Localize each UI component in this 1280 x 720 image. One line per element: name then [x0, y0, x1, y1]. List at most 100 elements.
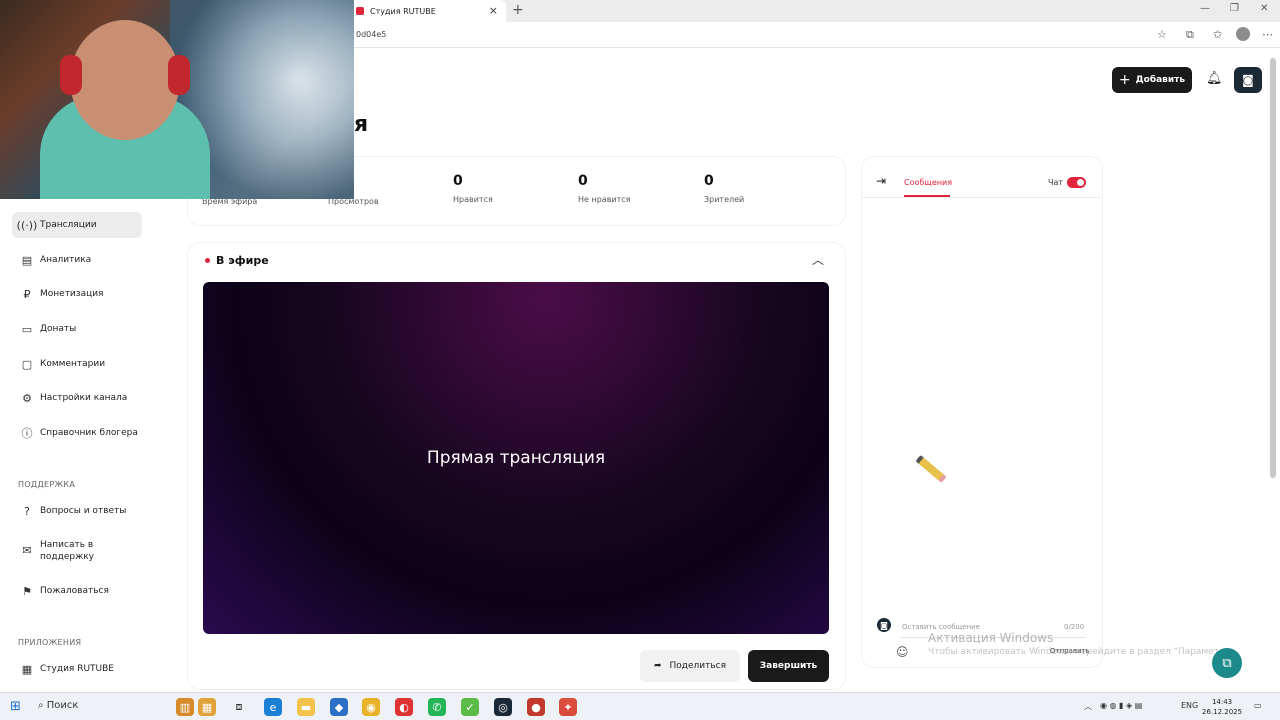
sidebar-item-studio-app[interactable]: ▦ Студия RUTUBE: [12, 656, 142, 682]
sidebar-item-contact-support[interactable]: ✉ Написать в поддержку: [12, 536, 142, 566]
sidebar-item-faq[interactable]: ? Вопросы и ответы: [12, 498, 142, 524]
tray-expand-icon[interactable]: ︿: [1084, 701, 1092, 712]
whatsapp-icon[interactable]: ✆: [428, 698, 446, 716]
star-icon[interactable]: ☆: [1157, 28, 1167, 41]
sidebar-item-label: Настройки канала: [40, 393, 128, 403]
app-dark-icon[interactable]: ●: [527, 698, 545, 716]
live-heading: В эфире: [205, 254, 269, 267]
page-scrollbar[interactable]: [1270, 58, 1276, 478]
sidebar-item-label: Вопросы и ответы: [40, 506, 127, 516]
comment-icon: ▢: [21, 357, 33, 371]
app-game-icon[interactable]: ✦: [559, 698, 577, 716]
app-green-icon[interactable]: ✓: [461, 698, 479, 716]
share-button-label: Поделиться: [669, 661, 727, 671]
live-dot-icon: [205, 258, 210, 263]
task-view-icon[interactable]: ⧈: [230, 698, 248, 716]
windows-start-icon[interactable]: ⊞: [10, 699, 21, 714]
stat-value: 0: [453, 173, 463, 189]
app-red-icon[interactable]: ◐: [395, 698, 413, 716]
chat-avatar: ◙: [877, 618, 891, 632]
sidebar-item-label: Монетизация: [40, 289, 104, 299]
char-counter: 0/200: [1064, 623, 1085, 631]
flag-icon: ⚑: [22, 584, 32, 598]
sidebar-item-label: Студия RUTUBE: [40, 664, 114, 674]
extensions-icon[interactable]: ⧉: [1186, 28, 1194, 42]
broadcast-icon: ((·)): [16, 218, 38, 232]
sidebar-item-comments[interactable]: ▢ Комментарии: [12, 351, 142, 377]
browser-tab-title: Студия RUTUBE: [370, 6, 436, 16]
apps-heading: ПРИЛОЖЕНИЯ: [18, 638, 82, 647]
url-text[interactable]: 0d04e5: [356, 30, 386, 39]
chevron-up-icon[interactable]: ︿: [812, 251, 824, 268]
taskbar-clock[interactable]: 14:43 26.12.2025: [1202, 697, 1242, 717]
notifications-icon[interactable]: ▭: [1254, 701, 1262, 710]
sidebar-item-broadcasts[interactable]: ((·)) Трансляции: [12, 212, 142, 238]
add-button[interactable]: + Добавить: [1112, 67, 1192, 93]
chat-toggle[interactable]: [1067, 177, 1086, 188]
tray-icons[interactable]: ◉ ◍ ▮ ◈ ▤: [1100, 701, 1142, 710]
sidebar-item-label: Пожаловаться: [40, 586, 109, 596]
sidebar-item-label: Написать в поддержку: [40, 540, 94, 562]
chat-divider: [862, 197, 1102, 198]
headphones-right: [168, 55, 190, 95]
headphones-left: [60, 55, 82, 95]
studio-icon: ▦: [21, 662, 33, 676]
close-window-icon[interactable]: ✕: [1260, 3, 1268, 14]
favorites-icon[interactable]: ✩: [1213, 28, 1222, 41]
chat-toggle-label: Чат: [1048, 178, 1064, 187]
restore-icon[interactable]: ❐: [1230, 3, 1239, 14]
sidebar-item-report[interactable]: ⚑ Пожаловаться: [12, 578, 142, 604]
new-tab-icon[interactable]: +: [512, 2, 524, 18]
explorer-icon[interactable]: ▬: [297, 698, 315, 716]
chrome-icon[interactable]: ◉: [362, 698, 380, 716]
edge-icon[interactable]: e: [264, 698, 282, 716]
floating-window-icon[interactable]: ⧉: [1212, 648, 1242, 678]
stat-value: 0: [704, 173, 714, 189]
player-label: Прямая трансляция: [426, 448, 606, 468]
collapse-panel-icon[interactable]: ⇥: [876, 174, 886, 188]
chat-message-input[interactable]: Оставить сообщение: [902, 623, 980, 631]
store-icon[interactable]: ▦: [198, 698, 216, 716]
widgets-icon[interactable]: ▥: [176, 698, 194, 716]
taskbar-search[interactable]: ⌕ Поиск: [38, 700, 78, 711]
gear-icon: ⚙: [22, 391, 32, 405]
sidebar-item-donations[interactable]: ▭ Донаты: [12, 316, 142, 342]
emoji-icon[interactable]: ☺: [896, 645, 909, 659]
share-button[interactable]: ➦ Поделиться: [640, 650, 740, 682]
chat-panel: ⇥ Сообщения Чат ◙ Оставить сообщение 0/2…: [862, 157, 1102, 667]
webcam-person-head: [70, 20, 180, 140]
avatar[interactable]: ◙: [1234, 67, 1262, 93]
more-icon[interactable]: ⋯: [1262, 28, 1273, 41]
video-player[interactable]: Прямая трансляция: [203, 282, 829, 634]
stat-value: 0: [578, 173, 588, 189]
bell-icon[interactable]: 🔔︎: [1206, 71, 1223, 86]
support-heading: ПОДДЕРЖКА: [18, 480, 76, 489]
toggle-knob: [1077, 179, 1084, 186]
stat-label: Зрителей: [704, 195, 745, 204]
sidebar-item-analytics[interactable]: ▤ Аналитика: [12, 247, 142, 273]
stat-label: Нравится: [453, 195, 493, 204]
live-heading-label: В эфире: [216, 254, 269, 267]
sidebar-item-blogger-guide[interactable]: ⓘ Справочник блогера: [12, 420, 142, 446]
box-icon: ▭: [21, 322, 33, 336]
stat-viewers: 0 Зрителей: [704, 173, 744, 204]
browser-tab[interactable]: Студия RUTUBE ×: [350, 0, 506, 22]
profile-icon[interactable]: [1236, 27, 1250, 41]
ruble-icon: ₽: [23, 287, 31, 301]
steam-icon[interactable]: ◎: [494, 698, 512, 716]
minimize-icon[interactable]: —: [1200, 3, 1210, 14]
sidebar-item-monetization[interactable]: ₽ Монетизация: [12, 281, 142, 307]
stat-dislikes: 0 Не нравится: [578, 173, 630, 204]
tab-messages[interactable]: Сообщения: [904, 178, 952, 187]
end-stream-button[interactable]: Завершить: [748, 650, 829, 682]
taskbar-search-label: Поиск: [46, 700, 79, 711]
sidebar-item-channel-settings[interactable]: ⚙ Настройки канала: [12, 385, 142, 411]
close-tab-icon[interactable]: ×: [489, 4, 498, 17]
sidebar-item-label: Справочник блогера: [40, 428, 138, 438]
question-icon: ?: [24, 504, 30, 518]
chart-icon: ▤: [21, 253, 33, 267]
sidebar-item-label: Комментарии: [40, 359, 106, 369]
stat-likes: 0 Нравится: [453, 173, 493, 204]
app-icon[interactable]: ◆: [330, 698, 348, 716]
language-indicator[interactable]: ENG: [1181, 701, 1198, 710]
